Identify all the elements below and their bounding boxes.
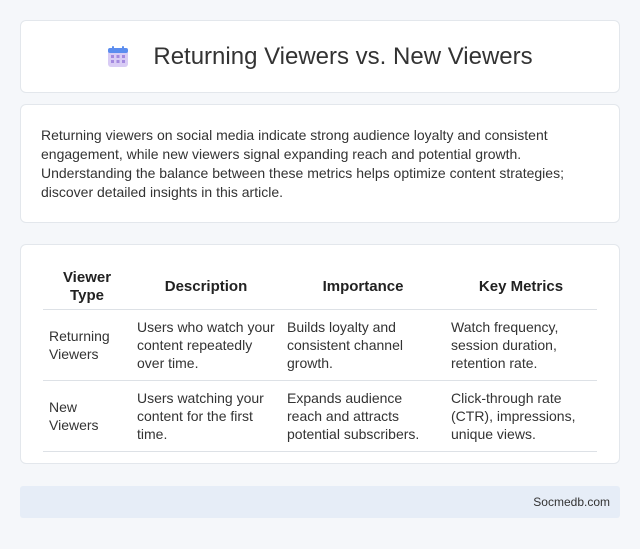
cell-viewer-type: New Viewers — [43, 381, 131, 452]
table-card: Viewer Type Description Importance Key M… — [20, 244, 620, 464]
header-importance: Importance — [281, 265, 445, 310]
viewers-table: Viewer Type Description Importance Key M… — [43, 265, 597, 452]
cell-importance: Expands audience reach and attracts pote… — [281, 381, 445, 452]
intro-text: Returning viewers on social media indica… — [41, 127, 564, 200]
calendar-icon — [108, 45, 129, 67]
cell-key-metrics: Watch frequency, session duration, reten… — [445, 310, 597, 381]
cell-description: Users watching your content for the firs… — [131, 381, 281, 452]
cell-description: Users who watch your content repeatedly … — [131, 310, 281, 381]
table-header-row: Viewer Type Description Importance Key M… — [43, 265, 597, 310]
cell-importance: Builds loyalty and consistent channel gr… — [281, 310, 445, 381]
table-row: Returning Viewers Users who watch your c… — [43, 310, 597, 381]
header-viewer-type: Viewer Type — [43, 265, 131, 310]
cell-key-metrics: Click-through rate (CTR), impressions, u… — [445, 381, 597, 452]
table-row: New Viewers Users watching your content … — [43, 381, 597, 452]
cell-viewer-type: Returning Viewers — [43, 310, 131, 381]
header-description: Description — [131, 265, 281, 310]
footer: Socmedb.com — [20, 486, 620, 518]
page-title: Returning Viewers vs. New Viewers — [153, 42, 533, 70]
header-key-metrics: Key Metrics — [445, 265, 597, 310]
title-card: Returning Viewers vs. New Viewers — [20, 20, 620, 93]
intro-card: Returning viewers on social media indica… — [20, 104, 620, 223]
footer-source-link[interactable]: Socmedb.com — [533, 495, 610, 509]
